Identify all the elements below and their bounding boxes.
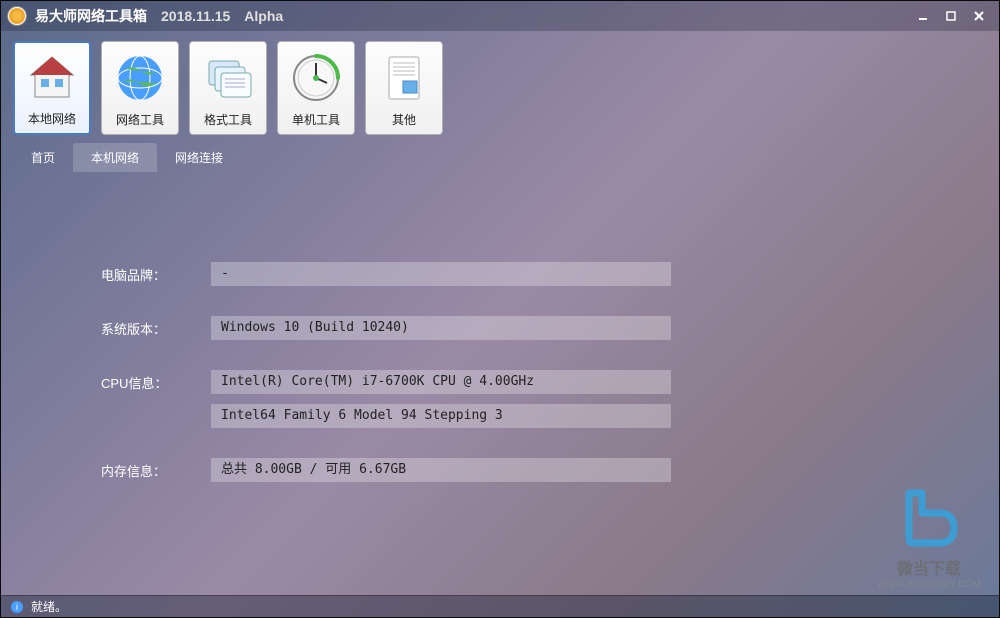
brand-label: 电脑品牌：	[101, 265, 211, 284]
statusbar: i 就绪。	[1, 595, 999, 617]
cpu-value-1: Intel(R) Core(TM) i7-6700K CPU @ 4.00GHz	[211, 370, 671, 394]
document-icon	[375, 49, 433, 107]
home-icon	[23, 49, 81, 106]
toolbar-local-network[interactable]: 本地网络	[13, 41, 91, 135]
memory-label: 内存信息：	[101, 461, 211, 480]
memory-value: 总共 8.00GB / 可用 6.67GB	[211, 458, 671, 482]
app-icon	[7, 6, 27, 26]
status-text: 就绪。	[31, 598, 67, 615]
toolbar-format-tools[interactable]: 格式工具	[189, 41, 267, 135]
os-value: Windows 10 (Build 10240)	[211, 316, 671, 340]
minimize-button[interactable]	[909, 6, 937, 26]
os-label: 系统版本：	[101, 319, 211, 338]
clock-icon	[287, 49, 345, 107]
main-toolbar: 本地网络 网络工具 格式工具	[1, 31, 999, 141]
watermark-url: WWW.WEIDOWN.COM	[877, 579, 981, 589]
content-panel: 电脑品牌： - 系统版本： Windows 10 (Build 10240) C…	[1, 172, 999, 532]
watermark: 微当下载 WWW.WEIDOWN.COM	[877, 481, 981, 589]
toolbar-label: 格式工具	[204, 111, 252, 128]
tab-network-connection[interactable]: 网络连接	[157, 143, 241, 172]
brand-value: -	[211, 262, 671, 286]
cpu-value-2: Intel64 Family 6 Model 94 Stepping 3	[211, 404, 671, 428]
toolbar-label: 本地网络	[28, 110, 76, 127]
cpu-label: CPU信息：	[101, 373, 211, 392]
app-version: 2018.11.15	[161, 8, 230, 24]
maximize-button[interactable]	[937, 6, 965, 26]
tabbar: 首页 本机网络 网络连接	[1, 141, 999, 172]
toolbar-label: 单机工具	[292, 111, 340, 128]
watermark-text: 微当下载	[877, 555, 981, 579]
toolbar-other[interactable]: 其他	[365, 41, 443, 135]
tab-home[interactable]: 首页	[13, 143, 73, 172]
close-button[interactable]	[965, 6, 993, 26]
info-icon: i	[11, 601, 23, 613]
folders-icon	[199, 49, 257, 107]
app-title: 易大师网络工具箱	[35, 6, 147, 26]
toolbar-offline-tools[interactable]: 单机工具	[277, 41, 355, 135]
window-controls	[909, 6, 993, 26]
watermark-logo-icon	[894, 481, 964, 551]
toolbar-label: 其他	[392, 111, 416, 128]
tab-local-network[interactable]: 本机网络	[73, 143, 157, 172]
toolbar-label: 网络工具	[116, 111, 164, 128]
titlebar: 易大师网络工具箱 2018.11.15 Alpha	[1, 1, 999, 31]
toolbar-network-tools[interactable]: 网络工具	[101, 41, 179, 135]
globe-icon	[111, 49, 169, 107]
app-channel: Alpha	[244, 8, 283, 24]
